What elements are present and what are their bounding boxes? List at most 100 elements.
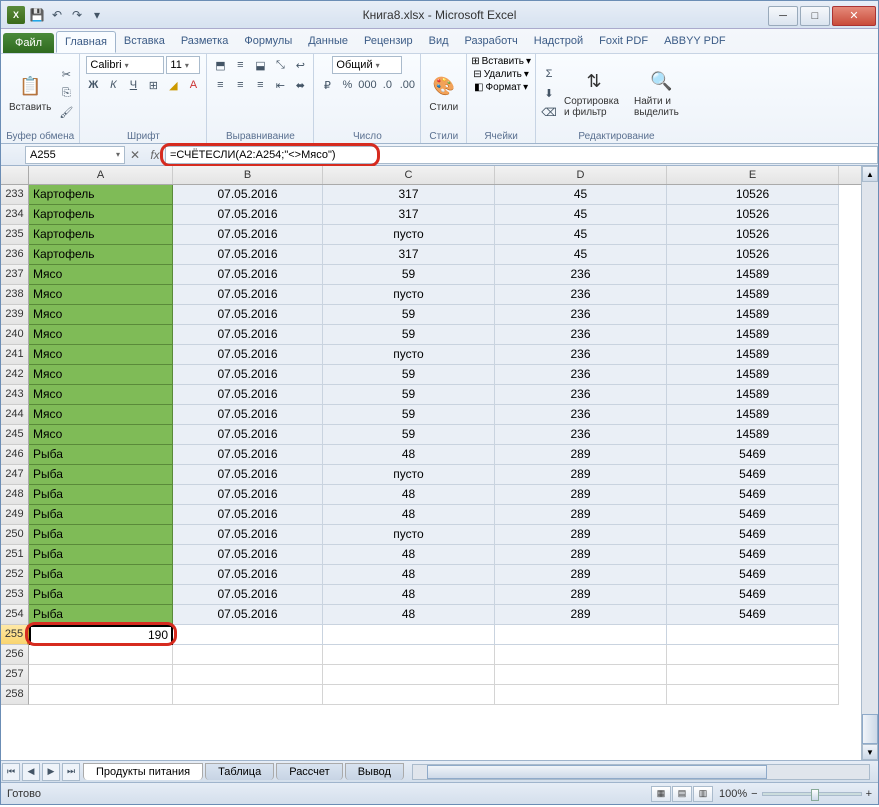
cell[interactable]: 289	[495, 565, 667, 585]
table-row[interactable]: 252 Рыба 07.05.2016 48 289 5469	[1, 565, 861, 585]
ribbon-tab-5[interactable]: Рецензир	[356, 31, 421, 53]
col-header-d[interactable]: D	[495, 166, 667, 184]
cell[interactable]: 07.05.2016	[173, 385, 323, 405]
cell[interactable]: Рыба	[29, 605, 173, 625]
cell[interactable]	[495, 625, 667, 645]
ribbon-tab-7[interactable]: Разработч	[457, 31, 526, 53]
cell[interactable]: 48	[323, 585, 495, 605]
row-header[interactable]: 241	[1, 345, 29, 365]
table-row[interactable]: 246 Рыба 07.05.2016 48 289 5469	[1, 445, 861, 465]
row-header[interactable]: 233	[1, 185, 29, 205]
table-row[interactable]: 233 Картофель 07.05.2016 317 45 10526	[1, 185, 861, 205]
cell[interactable]: 10526	[667, 245, 839, 265]
cell[interactable]: 14589	[667, 325, 839, 345]
cancel-icon[interactable]: ✕	[125, 148, 145, 162]
cell[interactable]: 07.05.2016	[173, 345, 323, 365]
cell[interactable]: 14589	[667, 385, 839, 405]
table-row[interactable]: 235 Картофель 07.05.2016 пусто 45 10526	[1, 225, 861, 245]
name-box[interactable]: A255▾	[25, 146, 125, 164]
redo-icon[interactable]: ↷	[69, 7, 85, 23]
scroll-up-icon[interactable]: ▲	[862, 166, 878, 182]
cell[interactable]: 48	[323, 605, 495, 625]
cell[interactable]: Мясо	[29, 285, 173, 305]
paste-button[interactable]: 📋 Вставить	[5, 72, 55, 115]
cell[interactable]: 07.05.2016	[173, 445, 323, 465]
col-header-c[interactable]: C	[323, 166, 495, 184]
sheet-nav-last[interactable]: ⏭	[62, 763, 80, 781]
cell[interactable]: 45	[495, 205, 667, 225]
sheet-tab[interactable]: Продукты питания	[83, 763, 203, 780]
file-tab[interactable]: Файл	[3, 33, 54, 53]
align-top-icon[interactable]: ⬒	[211, 56, 229, 74]
cell[interactable]: 07.05.2016	[173, 585, 323, 605]
table-row[interactable]: 257	[1, 665, 861, 685]
table-row[interactable]: 247 Рыба 07.05.2016 пусто 289 5469	[1, 465, 861, 485]
align-right-icon[interactable]: ≡	[251, 76, 269, 94]
sheet-nav-next[interactable]: ▶	[42, 763, 60, 781]
cell[interactable]: 14589	[667, 345, 839, 365]
border-icon[interactable]: ⊞	[144, 76, 162, 94]
dec-inc-icon[interactable]: .0	[378, 76, 396, 94]
indent-dec-icon[interactable]: ⇤	[271, 76, 289, 94]
selected-row[interactable]: 255 190	[1, 625, 861, 645]
cell[interactable]: 289	[495, 465, 667, 485]
cell[interactable]: 236	[495, 265, 667, 285]
col-header-e[interactable]: E	[667, 166, 839, 184]
cell[interactable]: 5469	[667, 585, 839, 605]
autosum-icon[interactable]: Σ	[540, 65, 558, 83]
cell[interactable]: 07.05.2016	[173, 405, 323, 425]
ribbon-tab-4[interactable]: Данные	[300, 31, 356, 53]
cell[interactable]	[495, 665, 667, 685]
row-header[interactable]: 244	[1, 405, 29, 425]
cell[interactable]: Картофель	[29, 225, 173, 245]
cell[interactable]: Картофель	[29, 205, 173, 225]
cell[interactable]: Рыба	[29, 585, 173, 605]
row-header[interactable]: 248	[1, 485, 29, 505]
cell[interactable]: 07.05.2016	[173, 305, 323, 325]
view-layout-icon[interactable]: ▤	[672, 786, 692, 802]
cell[interactable]: 07.05.2016	[173, 525, 323, 545]
styles-button[interactable]: 🎨 Стили	[425, 72, 462, 115]
cell[interactable]: 07.05.2016	[173, 245, 323, 265]
row-header[interactable]: 235	[1, 225, 29, 245]
cell[interactable]	[323, 625, 495, 645]
vertical-scrollbar[interactable]: ▲ ▼	[861, 166, 878, 760]
cell[interactable]: 48	[323, 565, 495, 585]
cell[interactable]: 317	[323, 205, 495, 225]
cell[interactable]: 07.05.2016	[173, 465, 323, 485]
cell[interactable]: 236	[495, 365, 667, 385]
cell[interactable]: Картофель	[29, 245, 173, 265]
table-row[interactable]: 234 Картофель 07.05.2016 317 45 10526	[1, 205, 861, 225]
row-header[interactable]: 253	[1, 585, 29, 605]
sort-filter-button[interactable]: ⇅ Сортировка и фильтр	[560, 66, 628, 120]
underline-button[interactable]: Ч	[124, 76, 142, 94]
sheet-tab[interactable]: Таблица	[205, 763, 274, 780]
cell[interactable]: 59	[323, 385, 495, 405]
cell[interactable]: 59	[323, 325, 495, 345]
cell[interactable]: 45	[495, 185, 667, 205]
cell[interactable]: 236	[495, 385, 667, 405]
scroll-down-icon[interactable]: ▼	[862, 744, 878, 760]
cell[interactable]: Рыба	[29, 565, 173, 585]
cell[interactable]	[323, 645, 495, 665]
cell[interactable]: 5469	[667, 485, 839, 505]
cell[interactable]: 07.05.2016	[173, 565, 323, 585]
cell[interactable]: 236	[495, 425, 667, 445]
cell[interactable]: 59	[323, 365, 495, 385]
row-header[interactable]: 258	[1, 685, 29, 705]
row-header[interactable]: 255	[1, 625, 29, 645]
cut-icon[interactable]: ✂	[57, 65, 75, 83]
cell[interactable]	[29, 665, 173, 685]
row-header[interactable]: 256	[1, 645, 29, 665]
table-row[interactable]: 239 Мясо 07.05.2016 59 236 14589	[1, 305, 861, 325]
cell[interactable]	[29, 685, 173, 705]
close-button[interactable]: ✕	[832, 6, 876, 26]
ribbon-tab-9[interactable]: Foxit PDF	[591, 31, 656, 53]
horizontal-scrollbar[interactable]	[412, 764, 870, 780]
cell[interactable]	[173, 685, 323, 705]
cell[interactable]: 07.05.2016	[173, 225, 323, 245]
cell[interactable]: 48	[323, 485, 495, 505]
cell[interactable]: 236	[495, 285, 667, 305]
fill-color-icon[interactable]: ◢	[164, 76, 182, 94]
copy-icon[interactable]: ⎘	[57, 84, 75, 102]
